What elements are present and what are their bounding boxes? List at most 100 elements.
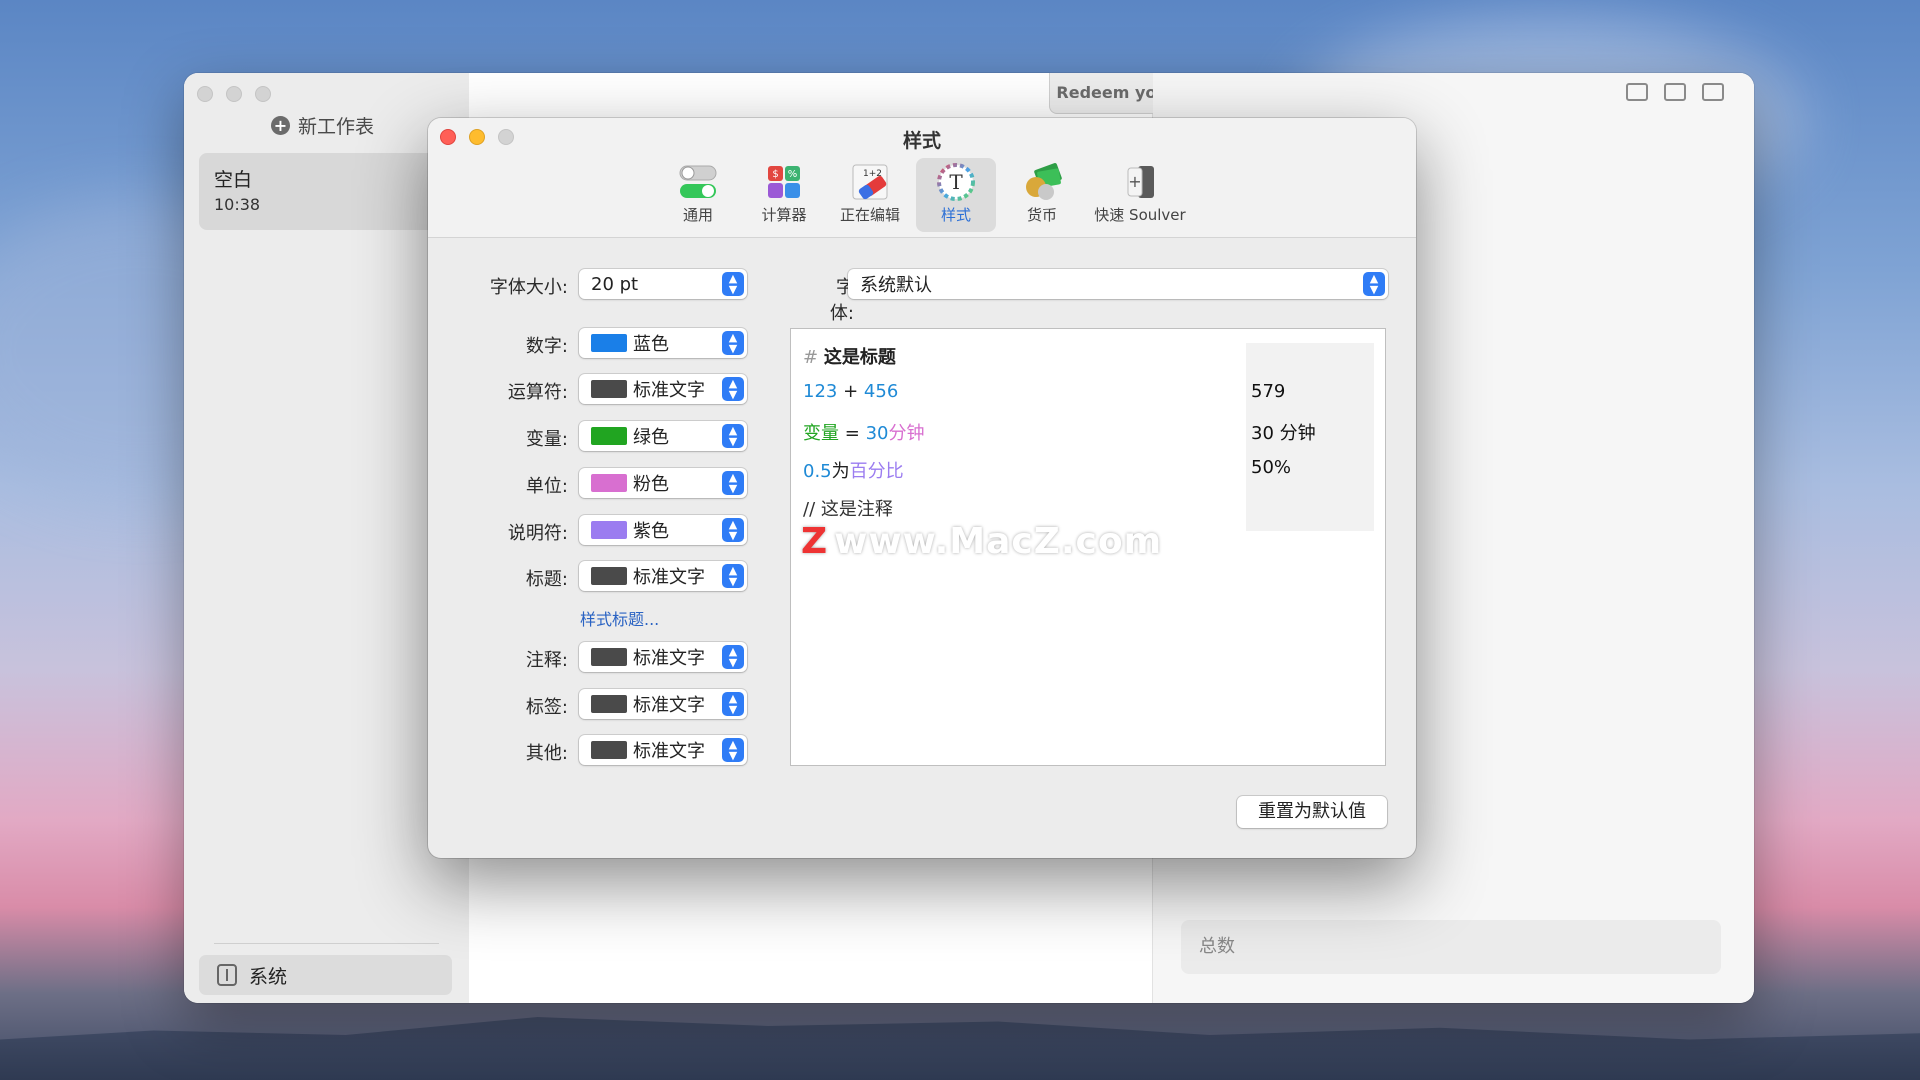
sidebar-divider [214,943,439,944]
new-sheet-label: 新工作表 [298,116,375,138]
color-swatch [591,334,627,352]
preview-result: 579 [1251,381,1286,402]
font-size-popup[interactable]: 20 pt ▲ ▼ [579,269,747,299]
tab-quick-soulver[interactable]: + 快速 Soulver [1088,158,1192,232]
color-swatch [591,380,627,398]
variables-label: 变量: [525,429,568,450]
tab-style[interactable]: T 样式 [916,158,996,232]
specifiers-color-popup[interactable]: 紫色 ▲ ▼ [579,515,747,545]
units-color-popup[interactable]: 粉色 ▲ ▼ [579,468,747,498]
chevron-updown-icon: ▲ ▼ [722,564,744,588]
tab-editing-label: 正在编辑 [839,206,900,224]
prefs-tabs: 通用 $% 计算器 1+2 正在编辑 T 样式 货币 + 快速 Soulver [658,158,1192,232]
variables-color-popup[interactable]: 绿色 ▲ ▼ [579,421,747,451]
close-button[interactable] [197,86,213,102]
tab-currency-label: 货币 [1026,206,1057,224]
toggle-view-icon[interactable] [1626,83,1648,101]
color-swatch [591,474,627,492]
font-value: 系统默认 [860,275,932,296]
total-field[interactable]: 总数 [1181,920,1721,974]
numbers-color-popup[interactable]: 蓝色 ▲ ▼ [579,328,747,358]
preview-result: 50% [1251,457,1292,478]
tab-general-label: 通用 [682,206,713,224]
heading-hash: # [803,347,819,368]
chevron-updown-icon: ▲ ▼ [722,518,744,542]
number-token: 0.5 [803,461,832,482]
comments-label: 注释: [525,650,568,671]
numbers-label: 数字: [525,336,568,357]
tab-general[interactable]: 通用 [658,158,738,232]
sidebar-item-system[interactable]: 系统 [199,955,452,995]
variable-token: 变量 [803,423,839,444]
unit-token: 分钟 [888,423,925,444]
other-color-popup[interactable]: 标准文字 ▲ ▼ [579,735,747,765]
preferences-toolbar: 样式 通用 $% 计算器 1+2 正在编辑 T 样式 货币 + 快速 Soulv… [428,118,1416,238]
font-popup[interactable]: 系统默认 ▲ ▼ [848,269,1388,299]
chevron-updown-icon: ▲ ▼ [722,377,744,401]
font-size-value: 20 pt [591,273,639,295]
style-preview: # 这是标题 123 + 456 变量 = 30分钟 0.5为百分比 // 这是… [790,328,1386,766]
style-headings-link[interactable]: 样式标题... [580,606,659,630]
chevron-updown-icon: ▲ ▼ [722,331,744,355]
comments-color-value: 标准文字 [633,648,705,669]
tab-style-label: 样式 [940,206,971,224]
heading-text: 这是标题 [823,347,896,368]
reset-defaults-button[interactable]: 重置为默认值 [1237,796,1387,828]
preferences-window: 样式 通用 $% 计算器 1+2 正在编辑 T 样式 货币 + 快速 Soulv… [428,118,1416,858]
variables-color-value: 绿色 [633,427,669,448]
preview-comment: // 这是注释 [803,499,893,520]
svg-text:$: $ [772,169,778,180]
sheet-title: 空白 [214,169,253,191]
other-color-value: 标准文字 [633,741,705,762]
specifiers-label: 说明符: [507,523,568,544]
color-swatch [591,741,627,759]
plus-circle-icon: + [271,116,290,135]
text-style-icon: T [936,162,976,202]
other-token: 为 [831,461,850,482]
labels-color-popup[interactable]: 标准文字 ▲ ▼ [579,689,747,719]
zoom-button[interactable] [255,86,271,102]
font-size-label: 字体大小: [489,277,568,298]
units-label: 单位: [525,476,568,497]
operator-token: + [843,381,859,402]
headings-label: 标题: [525,569,568,590]
specifier-token: 百分比 [849,461,904,482]
preview-result: 30 分钟 [1251,423,1316,444]
new-sheet-button[interactable]: + 新工作表 [271,112,374,139]
calculator-icon: $% [764,162,804,202]
operators-color-popup[interactable]: 标准文字 ▲ ▼ [579,374,747,404]
desktop-hills [0,1017,1920,1080]
number-token: 123 [803,381,838,402]
tab-editing[interactable]: 1+2 正在编辑 [830,158,910,232]
labels-color-value: 标准文字 [633,695,705,716]
operators-color-value: 标准文字 [633,380,705,401]
chevron-updown-icon: ▲ ▼ [722,738,744,762]
preview-line-numbers: 123 + 456 [803,381,898,402]
number-token: 456 [863,381,899,402]
system-label: 系统 [249,965,288,988]
color-swatch [591,695,627,713]
number-token: 30 [865,423,889,444]
toolbar-icons [1626,83,1724,101]
color-swatch [591,648,627,666]
sidebar-doc-icon [217,964,237,986]
book-icon[interactable] [1664,83,1686,101]
sidebar-toggle-icon[interactable] [1702,83,1724,101]
preview-heading: # 这是标题 [803,343,896,369]
chevron-updown-icon: ▲ ▼ [722,424,744,448]
tab-currency[interactable]: 货币 [1002,158,1082,232]
minimize-button[interactable] [226,86,242,102]
color-swatch [591,521,627,539]
headings-color-popup[interactable]: 标准文字 ▲ ▼ [579,561,747,591]
specifiers-color-value: 紫色 [633,521,669,542]
sheet-time: 10:38 [214,195,261,214]
numbers-color-value: 蓝色 [633,334,669,355]
operator-token: = [844,423,860,444]
operators-label: 运算符: [507,382,568,403]
preview-line-variable: 变量 = 30分钟 [803,419,924,445]
comments-color-popup[interactable]: 标准文字 ▲ ▼ [579,642,747,672]
svg-text:T: T [949,170,963,194]
labels-label: 标签: [525,697,568,718]
tab-calculator[interactable]: $% 计算器 [744,158,824,232]
window-controls [197,86,271,102]
